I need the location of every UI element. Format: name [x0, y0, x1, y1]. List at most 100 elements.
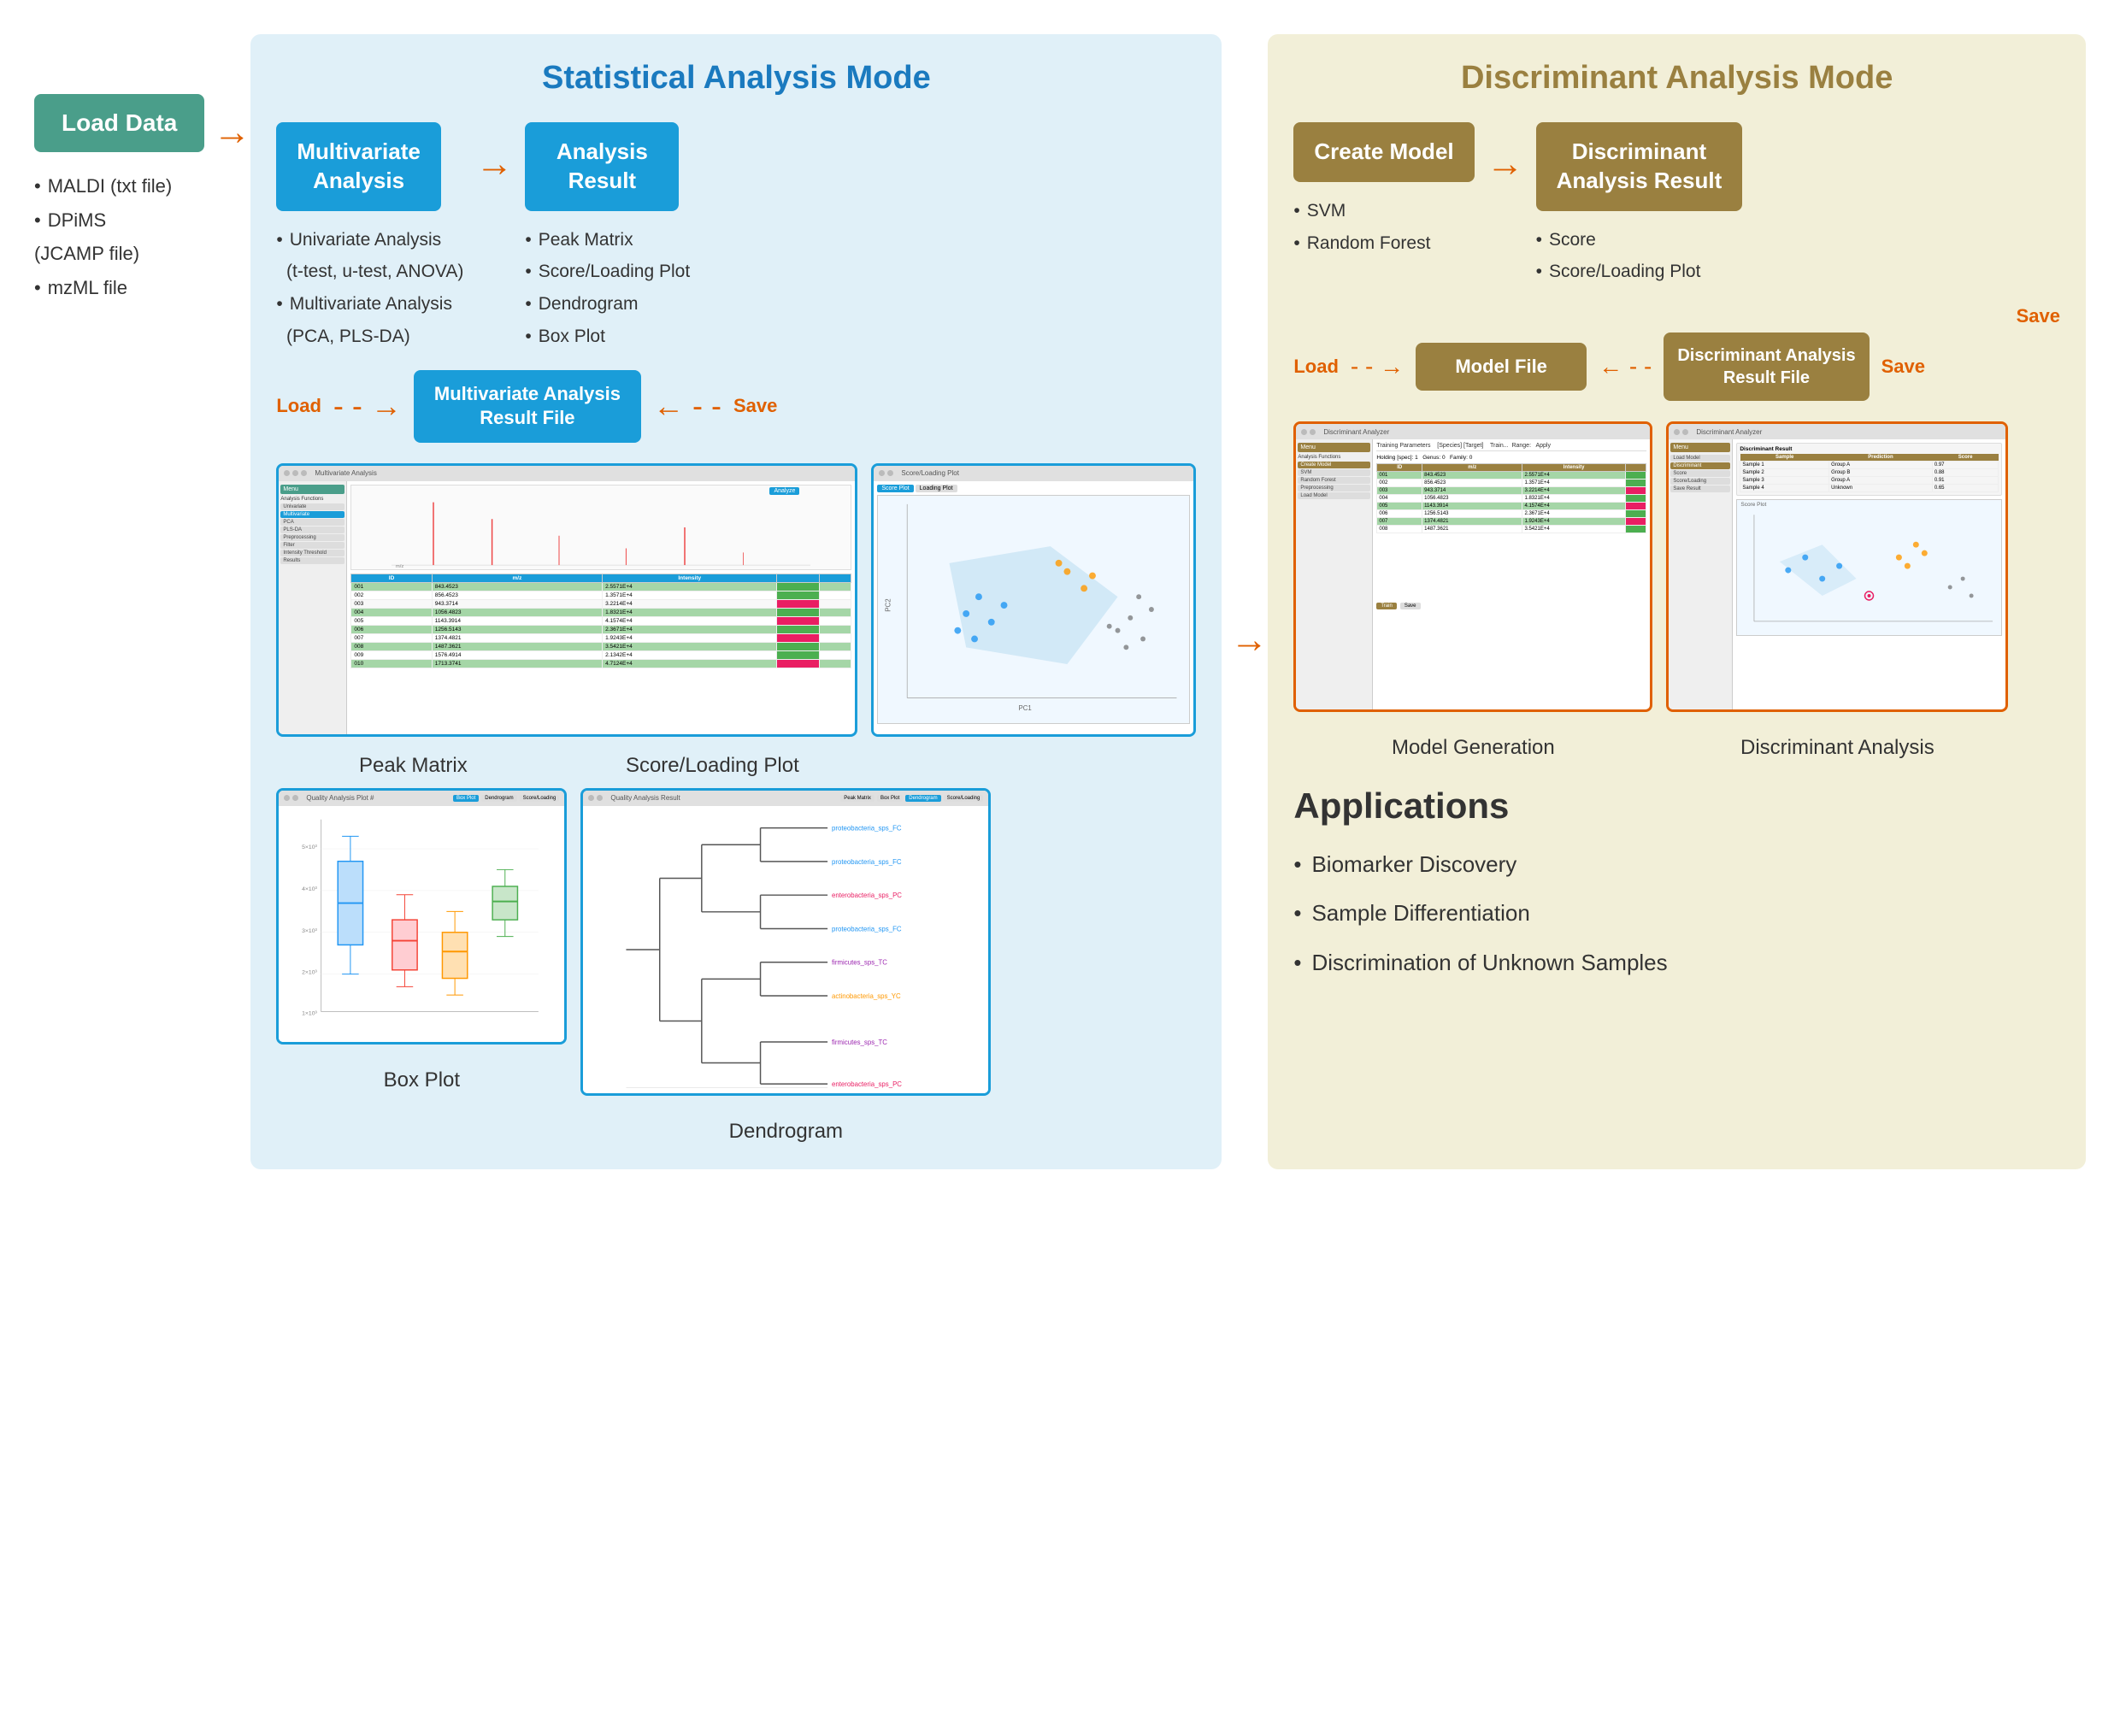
- loading-tab[interactable]: Loading Plot: [916, 485, 957, 492]
- dot1: [284, 795, 290, 801]
- dot1: [1301, 429, 1307, 435]
- svg-text:2×10³: 2×10³: [302, 970, 317, 976]
- disc-analysis-screenshot: Discriminant Analyzer Menu Load Model Di…: [1666, 421, 2008, 760]
- boxplot-tab-active[interactable]: Box Plot: [453, 795, 479, 802]
- model-gen-title: Discriminant Analyzer: [1323, 428, 1389, 436]
- score-loading-screenshot-label: Score/Loading Plot: [567, 754, 857, 778]
- analysis-result-item: Analysis Result Peak Matrix Score/Loadin…: [525, 122, 690, 353]
- score-title: Score/Loading Plot: [901, 469, 959, 477]
- disc-screenshot-row: Discriminant Analyzer Menu Analysis Func…: [1293, 421, 2060, 760]
- dendrogram-screenshot: Quality Analysis Result Peak Matrix Box …: [580, 788, 991, 1144]
- svg-text:proteobacteria_sps_FC: proteobacteria_sps_FC: [832, 825, 902, 833]
- disc-analysis-screen: Discriminant Analyzer Menu Load Model Di…: [1666, 421, 2008, 712]
- disc-bottom-row: Load - - → Model File ← - - Discriminant…: [1293, 332, 2060, 401]
- bullet-rf: Random Forest: [1293, 227, 1430, 260]
- disc-score-plot: Score Plot: [1736, 499, 2002, 636]
- svg-text:3×10³: 3×10³: [302, 928, 317, 934]
- spectrum-chart: m/z Analyze: [350, 485, 851, 570]
- stat-big-screen: Multivariate Analysis Menu Analysis Func…: [276, 463, 857, 737]
- train-controls: Train Save: [1376, 603, 1646, 609]
- stat-screenshot-labels-row1: Peak Matrix Score/Loading Plot: [276, 754, 857, 778]
- svg-text:enterobacteria_sps_PC: enterobacteria_sps_PC: [832, 1080, 902, 1088]
- model-params: Holding [spec]: 1 Genus: 0 Family: 0: [1376, 455, 1646, 461]
- load-data-list: MALDI (txt file) DPiMS(JCAMP file) mzML …: [34, 169, 172, 304]
- model-gen-screenshot: Discriminant Analyzer Menu Analysis Func…: [1293, 421, 1652, 760]
- boxplot-tabs: Box Plot Dendrogram Score/Loading: [453, 795, 559, 802]
- svg-text:enterobacteria_sps_PC: enterobacteria_sps_PC: [832, 892, 902, 899]
- disc-save-top: Save: [1293, 305, 2060, 327]
- stat-flow-top: Multivariate Analysis Univariate Analysi…: [276, 122, 1196, 353]
- load-label: Load: [276, 395, 321, 417]
- svg-text:proteobacteria_sps_FC: proteobacteria_sps_FC: [832, 925, 902, 933]
- svg-text:firmicutes_sps_TC: firmicutes_sps_TC: [832, 1039, 887, 1046]
- svg-text:proteobacteria_sps_FC: proteobacteria_sps_FC: [832, 858, 902, 866]
- svg-text:1×10³: 1×10³: [302, 1011, 317, 1017]
- score-plot-area: PC1 PC2: [877, 495, 1190, 724]
- stat-bottom-area: ID m/z Intensity 0: [350, 574, 851, 726]
- save-dashed-arrow: ← - -: [653, 388, 721, 424]
- dot2: [1682, 429, 1688, 435]
- save-model-button[interactable]: Save: [1400, 603, 1421, 609]
- load-data-item-maldi: MALDI (txt file): [34, 169, 172, 203]
- disc-analysis-sidebar: Menu Load Model Discriminant Score Score…: [1669, 439, 1733, 709]
- dendrogram-label: Dendrogram: [580, 1120, 991, 1144]
- score-plot-content: Score Plot Loading Plot: [874, 481, 1193, 734]
- model-gen-content: Menu Analysis Functions Create Model SVM…: [1296, 439, 1650, 709]
- load-arrow: - - →: [333, 388, 402, 424]
- score-loading-tab[interactable]: Score/Loading: [520, 795, 560, 802]
- score-tab[interactable]: Score Plot: [877, 485, 913, 492]
- result-file-box: Multivariate Analysis Result File: [414, 370, 641, 443]
- arrow-load-to-stat: →: [213, 34, 250, 154]
- box-plot-screenshot: Quality Analysis Plot # Box Plot Dendrog…: [276, 788, 567, 1144]
- svg-text:firmicutes_sps_TC: firmicutes_sps_TC: [832, 959, 887, 967]
- sections-wrapper: Statistical Analysis Mode Multivariate A…: [250, 34, 2086, 1169]
- load-data-item-dpims: DPiMS(JCAMP file): [34, 203, 172, 271]
- model-gen-sidebar: Menu Analysis Functions Create Model SVM…: [1296, 439, 1373, 709]
- dot2: [1310, 429, 1316, 435]
- disc-load-label: Load: [1293, 356, 1339, 378]
- analysis-result-box: Analysis Result: [525, 122, 679, 211]
- bullet-peak-matrix: Peak Matrix: [525, 224, 690, 256]
- dot2: [887, 470, 893, 476]
- box-plot-tab2[interactable]: Box Plot: [877, 795, 903, 802]
- dendro-tab[interactable]: Dendrogram: [481, 795, 516, 802]
- bullet-score: Score: [1536, 224, 1701, 256]
- disc-result-file-box: Discriminant Analysis Result File: [1664, 332, 1869, 401]
- section-arrow: →: [1230, 34, 1268, 1169]
- dot2: [292, 470, 298, 476]
- box-plot-label: Box Plot: [276, 1068, 567, 1092]
- dot1: [879, 470, 885, 476]
- dot3: [301, 470, 307, 476]
- train-button[interactable]: Train: [1376, 603, 1396, 609]
- titlebar-label: Multivariate Analysis: [315, 469, 376, 477]
- app-item-sample: Sample Differentiation: [1293, 889, 2060, 938]
- discriminant-title: Discriminant Analysis Mode: [1293, 60, 2060, 97]
- disc-analysis-content: Menu Load Model Discriminant Score Score…: [1669, 439, 2005, 709]
- create-model-item: Create Model SVM Random Forest: [1293, 122, 1474, 259]
- multivariate-bullets: Univariate Analysis (t-test, u-test, ANO…: [276, 220, 463, 353]
- dot1: [1674, 429, 1680, 435]
- peak-matrix-screenshot-label: Peak Matrix: [276, 754, 550, 778]
- section-arrow-icon: →: [1230, 619, 1268, 662]
- boxplot-content: 1×10³ 2×10³ 3×10³ 4×10³ 5×10³: [279, 806, 564, 1042]
- disc-screenshots: Discriminant Analyzer Menu Analysis Func…: [1293, 421, 2060, 987]
- score-loading-tab2[interactable]: Score/Loading: [944, 795, 984, 802]
- peak-matrix-tab[interactable]: Peak Matrix: [840, 795, 874, 802]
- disc-result-item: Discriminant Analysis Result Score Score…: [1536, 122, 1743, 288]
- stat-app-main: m/z Analyze: [347, 481, 855, 734]
- disc-arrow-1: →: [1487, 122, 1524, 185]
- multivariate-analysis-box: Multivariate Analysis: [276, 122, 441, 211]
- bullet-score-loading: Score/Loading Plot: [1536, 256, 1701, 288]
- score-loading-screenshot: Score/Loading Plot Score Plot Loading Pl…: [871, 463, 1196, 778]
- applications-title: Applications: [1293, 786, 2060, 827]
- stat-main-screenshot: Multivariate Analysis Menu Analysis Func…: [276, 463, 857, 778]
- stat-screenshots: Multivariate Analysis Menu Analysis Func…: [276, 463, 1196, 1144]
- stat-app-content: Menu Analysis Functions Univariate Multi…: [279, 481, 855, 734]
- titlebar-dendro: Quality Analysis Result Peak Matrix Box …: [583, 791, 988, 806]
- titlebar-boxplot: Quality Analysis Plot # Box Plot Dendrog…: [279, 791, 564, 806]
- stat-screenshot-row1: Multivariate Analysis Menu Analysis Func…: [276, 463, 1196, 778]
- bullet-score-loading: Score/Loading Plot: [525, 256, 690, 288]
- stat-arrow-1: →: [475, 122, 513, 185]
- box-plot-screen: Quality Analysis Plot # Box Plot Dendrog…: [276, 788, 567, 1045]
- dendro-tab-active[interactable]: Dendrogram: [905, 795, 940, 802]
